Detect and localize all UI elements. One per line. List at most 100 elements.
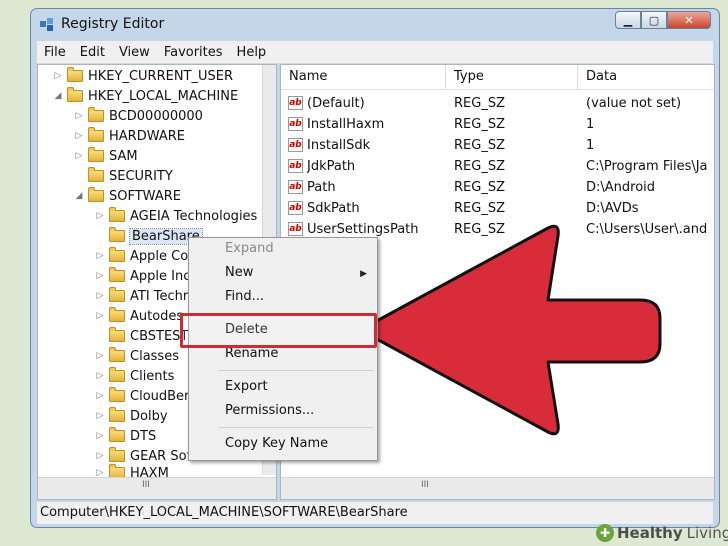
expand-arrow-icon[interactable]: ▷ bbox=[73, 151, 85, 161]
tree-item-label: HKEY_LOCAL_MACHINE bbox=[88, 88, 239, 104]
tree-item-label: DTS bbox=[130, 428, 157, 444]
folder-icon bbox=[67, 87, 83, 102]
title-bar[interactable]: Registry Editor ▁ ▢ ✕ bbox=[31, 9, 719, 41]
expand-arrow-icon[interactable]: ▷ bbox=[94, 271, 106, 281]
folder-icon bbox=[88, 167, 104, 182]
expand-arrow-icon[interactable]: ▷ bbox=[94, 211, 106, 221]
folder-icon bbox=[109, 347, 125, 362]
tree-item-cbstest[interactable]: CBSTEST bbox=[94, 326, 188, 346]
value-type: REG_SZ bbox=[454, 222, 505, 237]
value-type: REG_SZ bbox=[454, 201, 505, 216]
value-data: D:\Android bbox=[586, 180, 656, 195]
folder-icon bbox=[109, 407, 125, 422]
tree-horizontal-scrollbar[interactable]: III bbox=[38, 477, 276, 499]
expand-arrow-icon[interactable]: ▷ bbox=[94, 251, 106, 261]
tree-item-label: ATI Techr bbox=[130, 288, 189, 304]
menu-help[interactable]: Help bbox=[230, 45, 274, 60]
string-value-icon: ab bbox=[288, 159, 303, 173]
tree-item-dts[interactable]: ▷ DTS bbox=[94, 426, 156, 446]
value-data: C:\Users\User\.and bbox=[586, 222, 708, 237]
string-value-icon: ab bbox=[288, 117, 303, 131]
menu-item-new[interactable]: New bbox=[225, 262, 253, 284]
value-row[interactable]: ab Path REG_SZ D:\Android bbox=[281, 177, 714, 198]
tree-item-hkey-current-user[interactable]: ▷ HKEY_CURRENT_USER bbox=[52, 66, 233, 86]
tree-item-label: Classes bbox=[130, 348, 179, 364]
value-row[interactable]: ab InstallSdk REG_SZ 1 bbox=[281, 135, 714, 156]
collapse-arrow-icon[interactable]: ◢ bbox=[52, 91, 64, 101]
menu-item-expand[interactable]: Expand bbox=[225, 238, 274, 260]
maximize-button[interactable]: ▢ bbox=[641, 11, 667, 29]
tree-item-cloudberry[interactable]: ▷ CloudBer bbox=[94, 386, 189, 406]
value-row[interactable]: ab JdkPath REG_SZ C:\Program Files\Ja bbox=[281, 156, 714, 177]
value-row[interactable]: ab SdkPath REG_SZ D:\AVDs bbox=[281, 198, 714, 219]
value-data: D:\AVDs bbox=[586, 201, 639, 216]
tree-item-hkey-local-machine[interactable]: ◢ HKEY_LOCAL_MACHINE bbox=[52, 86, 238, 106]
tree-item-classes[interactable]: ▷ Classes bbox=[94, 346, 179, 366]
tree-item-software[interactable]: ◢ SOFTWARE bbox=[73, 186, 181, 206]
column-header-name[interactable]: Name bbox=[281, 65, 446, 89]
tree-item-bcd[interactable]: ▷ BCD00000000 bbox=[73, 106, 203, 126]
value-row[interactable]: ab InstallHaxm REG_SZ 1 bbox=[281, 114, 714, 135]
tree-item-label: SAM bbox=[109, 148, 138, 164]
tree-item-ageia[interactable]: ▷ AGEIA Technologies bbox=[94, 206, 257, 226]
string-value-icon: ab bbox=[288, 138, 303, 152]
scroll-grip-icon: III bbox=[421, 480, 429, 490]
value-name: (Default) bbox=[307, 96, 365, 111]
expand-arrow-icon[interactable]: ▷ bbox=[94, 371, 106, 381]
tree-item-label: HKEY_CURRENT_USER bbox=[88, 68, 234, 84]
tree-item-dolby[interactable]: ▷ Dolby bbox=[94, 406, 168, 426]
menu-favorites[interactable]: Favorites bbox=[157, 45, 230, 60]
column-header-data[interactable]: Data bbox=[578, 65, 714, 89]
folder-icon bbox=[109, 427, 125, 442]
tree-item-autodesk[interactable]: ▷ Autodes bbox=[94, 306, 183, 326]
expand-arrow-icon[interactable]: ▷ bbox=[73, 131, 85, 141]
menu-item-find[interactable]: Find... bbox=[225, 286, 264, 308]
expand-arrow-icon[interactable]: ▷ bbox=[94, 411, 106, 421]
column-header-type[interactable]: Type bbox=[446, 65, 578, 89]
menu-item-permissions[interactable]: Permissions... bbox=[225, 400, 314, 422]
tree-item-hardware[interactable]: ▷ HARDWARE bbox=[73, 126, 185, 146]
value-row[interactable]: ab (Default) REG_SZ (value not set) bbox=[281, 93, 714, 114]
window-controls: ▁ ▢ ✕ bbox=[615, 11, 711, 29]
watermark-brand-a: Healthy bbox=[617, 524, 683, 542]
scroll-grip-icon: III bbox=[142, 480, 150, 490]
tree-item-sam[interactable]: ▷ SAM bbox=[73, 146, 138, 166]
menu-file[interactable]: File bbox=[37, 45, 73, 60]
tree-item-label: GEAR Sof bbox=[130, 448, 192, 464]
menu-view[interactable]: View bbox=[112, 45, 157, 60]
tree-item-bearshare[interactable]: BearShare bbox=[94, 226, 203, 246]
folder-icon bbox=[109, 207, 125, 222]
value-name: InstallSdk bbox=[307, 138, 371, 153]
tree-item-clients[interactable]: ▷ Clients bbox=[94, 366, 174, 386]
value-data: C:\Program Files\Ja bbox=[586, 159, 708, 174]
close-button[interactable]: ✕ bbox=[667, 11, 711, 29]
collapse-arrow-icon[interactable]: ◢ bbox=[73, 191, 85, 201]
minimize-button[interactable]: ▁ bbox=[615, 11, 641, 29]
tree-item-apple-cor[interactable]: ▷ Apple Cor bbox=[94, 246, 194, 266]
menu-edit[interactable]: Edit bbox=[73, 45, 112, 60]
expand-arrow-icon[interactable]: ▷ bbox=[94, 451, 106, 461]
expand-arrow-icon[interactable]: ▷ bbox=[94, 351, 106, 361]
minimize-icon: ▁ bbox=[623, 13, 633, 27]
expand-arrow-icon[interactable]: ▷ bbox=[94, 291, 106, 301]
menu-item-export[interactable]: Export bbox=[225, 376, 268, 398]
string-value-icon: ab bbox=[288, 180, 303, 194]
value-name: JdkPath bbox=[307, 159, 356, 174]
expand-arrow-icon[interactable]: ▷ bbox=[94, 431, 106, 441]
tree-item-ati[interactable]: ▷ ATI Techr bbox=[94, 286, 188, 306]
healthy-living-logo-icon: ✚ bbox=[596, 524, 614, 542]
window-title: Registry Editor bbox=[61, 16, 165, 32]
value-type: REG_SZ bbox=[454, 138, 505, 153]
folder-icon bbox=[88, 127, 104, 142]
expand-arrow-icon[interactable]: ▷ bbox=[52, 71, 64, 81]
tree-item-apple-inc[interactable]: ▷ Apple Inc bbox=[94, 266, 190, 286]
values-horizontal-scrollbar[interactable]: III bbox=[281, 477, 714, 499]
menu-item-copy-key-name[interactable]: Copy Key Name bbox=[225, 433, 328, 455]
folder-icon bbox=[109, 307, 125, 322]
expand-arrow-icon[interactable]: ▷ bbox=[73, 111, 85, 121]
expand-arrow-icon[interactable]: ▷ bbox=[94, 391, 106, 401]
delete-highlight-box bbox=[180, 313, 377, 348]
tree-item-security[interactable]: SECURITY bbox=[73, 166, 173, 186]
tree-item-label: CloudBer bbox=[130, 388, 190, 404]
expand-arrow-icon[interactable]: ▷ bbox=[94, 311, 106, 321]
